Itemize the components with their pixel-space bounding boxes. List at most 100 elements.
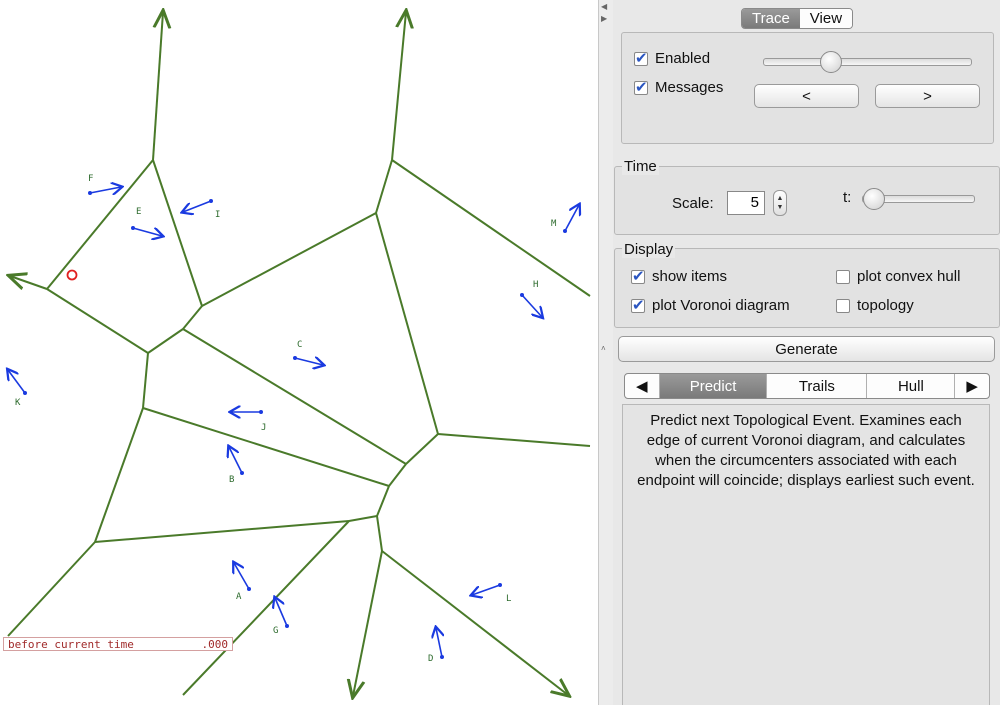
- tab-trails[interactable]: Trails: [767, 374, 868, 398]
- scale-input[interactable]: 5: [727, 191, 765, 215]
- voronoi-label: plot Voronoi diagram: [652, 297, 790, 314]
- voronoi-checkbox[interactable]: plot Voronoi diagram: [631, 296, 790, 314]
- site-point[interactable]: [88, 191, 92, 195]
- trace-slider[interactable]: [763, 51, 972, 73]
- site-point[interactable]: [520, 293, 524, 297]
- site-point[interactable]: [259, 410, 263, 414]
- voronoi-edge: [437, 433, 591, 447]
- site-label: F: [88, 174, 93, 184]
- next-step-button[interactable]: >: [875, 84, 980, 108]
- convex-hull-label: plot convex hull: [857, 268, 961, 285]
- site-point[interactable]: [440, 655, 444, 659]
- tab-predict[interactable]: Predict: [659, 374, 768, 398]
- voronoi-edge: [142, 407, 390, 487]
- site-point[interactable]: [131, 226, 135, 230]
- messages-checkbox[interactable]: Messages: [634, 78, 724, 96]
- tab-trace[interactable]: Trace: [742, 9, 800, 28]
- time-slider-knob[interactable]: [863, 188, 885, 210]
- stepper-up-icon[interactable]: ▲: [777, 194, 784, 203]
- voronoi-edge: [353, 550, 383, 696]
- velocity-vector: [89, 187, 121, 193]
- voronoi-edge: [182, 520, 350, 696]
- voronoi-edge: [152, 159, 203, 307]
- messages-check-icon: [634, 78, 648, 96]
- tab-view[interactable]: View: [799, 9, 853, 28]
- velocity-vector: [229, 447, 243, 474]
- scale-stepper[interactable]: ▲ ▼: [773, 190, 787, 216]
- voronoi-edge: [182, 328, 407, 465]
- messages-label: Messages: [655, 79, 724, 96]
- voronoi-edge: [201, 212, 377, 307]
- convex-hull-check-icon: [836, 269, 850, 284]
- tab-hull[interactable]: Hull: [867, 374, 956, 398]
- site-label: L: [506, 594, 511, 604]
- topology-checkbox[interactable]: topology: [836, 297, 914, 314]
- velocity-vector: [564, 205, 579, 232]
- previous-step-button[interactable]: <: [754, 84, 859, 108]
- trace-slider-knob[interactable]: [820, 51, 843, 73]
- voronoi-edge: [182, 305, 203, 330]
- site-point[interactable]: [209, 199, 213, 203]
- show-items-checkbox[interactable]: show items: [631, 267, 727, 285]
- site-point[interactable]: [498, 583, 502, 587]
- velocity-vector: [275, 598, 288, 627]
- site-point[interactable]: [293, 356, 297, 360]
- stepper-down-icon[interactable]: ▼: [777, 203, 784, 212]
- voronoi-check-icon: [631, 296, 645, 314]
- time-readout: before current time .000: [3, 637, 233, 651]
- voronoi-edge: [376, 515, 383, 552]
- enabled-checkbox[interactable]: Enabled: [634, 49, 711, 67]
- site-label: J: [261, 423, 266, 433]
- site-label: C: [297, 340, 302, 350]
- tab-scroll-right-icon[interactable]: ▶: [955, 374, 989, 398]
- voronoi-edge: [7, 541, 96, 637]
- velocity-vector: [294, 358, 323, 365]
- site-label: E: [136, 207, 141, 217]
- voronoi-edge: [147, 328, 184, 354]
- voronoi-edge: [94, 407, 144, 543]
- display-group-title: Display: [622, 241, 676, 258]
- voronoi-edge: [388, 463, 407, 487]
- show-items-check-icon: [631, 267, 645, 285]
- voronoi-canvas[interactable]: A B C D E F G H I J K L M before current time .000: [0, 0, 598, 705]
- voronoi-edge: [376, 485, 390, 517]
- time-slider[interactable]: [862, 188, 975, 210]
- collapse-left-arrow-icon[interactable]: ◀: [601, 2, 607, 11]
- topology-check-icon: [836, 298, 850, 313]
- time-group-title: Time: [622, 158, 659, 175]
- velocity-vector: [8, 370, 26, 394]
- velocity-vector: [472, 584, 501, 595]
- t-label: t:: [843, 189, 852, 206]
- site-label: H: [533, 280, 538, 290]
- voronoi-edge: [391, 159, 591, 297]
- time-readout-value: .000: [201, 638, 229, 651]
- site-point[interactable]: [563, 229, 567, 233]
- velocity-vector: [436, 628, 442, 658]
- voronoi-edge: [94, 520, 350, 543]
- voronoi-edge: [152, 12, 163, 161]
- voronoi-edge: [375, 159, 393, 214]
- site-label: M: [551, 219, 557, 229]
- time-readout-label: before current time: [8, 638, 134, 651]
- voronoi-edge: [10, 276, 48, 290]
- tool-description: Predict next Topological Event. Examines…: [622, 404, 990, 705]
- site-point[interactable]: [23, 391, 27, 395]
- site-point[interactable]: [285, 624, 289, 628]
- velocity-vector: [183, 200, 212, 212]
- generate-button[interactable]: Generate: [618, 336, 995, 362]
- site-point[interactable]: [247, 587, 251, 591]
- enabled-label: Enabled: [655, 50, 711, 67]
- convex-hull-checkbox[interactable]: plot convex hull: [836, 268, 960, 285]
- site-label: G: [273, 626, 278, 636]
- site-label: I: [215, 210, 220, 220]
- collapse-right-arrow-icon[interactable]: ▶: [601, 14, 607, 23]
- voronoi-edge: [348, 515, 378, 522]
- enabled-check-icon: [634, 49, 648, 67]
- site-point[interactable]: [240, 471, 244, 475]
- collapse-up-arrow-icon[interactable]: ˄: [601, 344, 606, 353]
- voronoi-edge: [391, 12, 406, 161]
- tab-scroll-left-icon[interactable]: ◀: [625, 374, 660, 398]
- velocity-vector: [234, 563, 250, 590]
- site-label: A: [236, 592, 242, 602]
- voronoi-edge: [142, 352, 149, 409]
